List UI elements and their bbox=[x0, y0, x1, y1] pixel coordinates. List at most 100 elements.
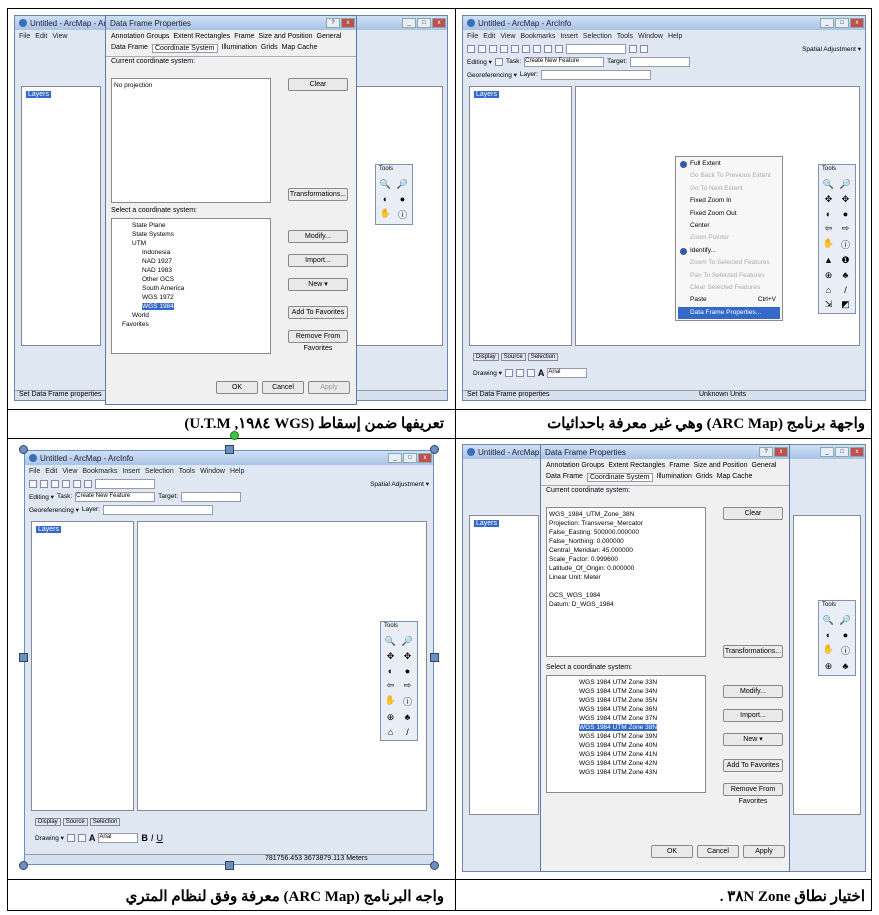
fixed-zoom-in-icon[interactable]: ✥ bbox=[822, 194, 835, 205]
select-icon[interactable]: ✋ bbox=[379, 208, 392, 221]
layer-select[interactable] bbox=[540, 69, 651, 80]
select-elements-icon[interactable]: ▲ bbox=[822, 255, 835, 266]
zone-list[interactable]: WGS 1984 UTM Zone 33N WGS 1984 UTM Zone … bbox=[546, 675, 706, 793]
menu-help[interactable]: Help bbox=[668, 33, 682, 40]
tab-display[interactable]: Display bbox=[473, 352, 499, 361]
modify-button[interactable]: Modify... bbox=[288, 230, 348, 243]
zoom-in-icon[interactable]: 🔍 bbox=[379, 179, 392, 190]
menu-file[interactable]: File bbox=[467, 33, 478, 40]
viewer-icon[interactable]: ◩ bbox=[839, 299, 852, 310]
editor-menu[interactable]: Editing ▾ bbox=[467, 58, 492, 66]
help-button[interactable]: ? bbox=[759, 447, 773, 457]
transformations-button[interactable]: Transformations... bbox=[288, 188, 348, 201]
save-icon[interactable] bbox=[489, 44, 497, 53]
new-button[interactable]: New ▾ bbox=[288, 278, 348, 291]
tab-data-frame[interactable]: Data Frame bbox=[111, 44, 148, 53]
menu-selection[interactable]: Selection bbox=[583, 33, 612, 40]
close-button[interactable]: x bbox=[850, 447, 864, 457]
zone-item-selected[interactable]: WGS 1984 UTM Zone 38N bbox=[579, 724, 658, 731]
remove-from-favorites-button[interactable]: Remove From Favorites bbox=[288, 330, 348, 352]
dialog-close-button[interactable]: x bbox=[341, 18, 355, 28]
tab-extent-rectangles[interactable]: Extent Rectangles bbox=[173, 33, 230, 40]
copy-icon[interactable] bbox=[522, 44, 530, 53]
menu-tools[interactable]: Tools bbox=[617, 33, 633, 40]
tab-frame[interactable]: Frame bbox=[234, 33, 254, 40]
line-icon[interactable]: / bbox=[839, 285, 852, 295]
zoom-out-icon[interactable]: 🔎 bbox=[839, 179, 852, 190]
ctx-clear-selected[interactable]: Clear Selected Features bbox=[678, 282, 780, 294]
zoom-in-icon[interactable]: 🔍 bbox=[822, 179, 835, 190]
minimize-button[interactable]: _ bbox=[820, 447, 834, 457]
ctx-fixed-zoom-out[interactable]: Fixed Zoom Out bbox=[678, 208, 780, 220]
resize-handle[interactable] bbox=[19, 445, 28, 454]
ctx-identify[interactable]: Identify... bbox=[678, 245, 780, 257]
zone-item[interactable]: WGS 1984 UTM Zone 37N bbox=[549, 714, 703, 723]
paste-icon[interactable] bbox=[533, 44, 541, 53]
zone-item[interactable]: WGS 1984 UTM Zone 41N bbox=[549, 750, 703, 759]
pan-icon[interactable]: ◐ bbox=[822, 630, 835, 640]
sketch-icon[interactable] bbox=[494, 57, 503, 66]
zone-item[interactable]: WGS 1984 UTM Zone 43N bbox=[549, 768, 703, 777]
new-icon[interactable] bbox=[467, 44, 475, 53]
rotate-icon[interactable] bbox=[515, 368, 524, 377]
menu-edit[interactable]: Edit bbox=[483, 33, 495, 40]
resize-handle[interactable] bbox=[430, 445, 439, 454]
tab-map-cache[interactable]: Map Cache bbox=[282, 44, 318, 53]
resize-handle[interactable] bbox=[430, 653, 439, 662]
open-icon[interactable] bbox=[478, 44, 486, 53]
back-icon[interactable]: ⇦ bbox=[822, 223, 835, 234]
dialog-close-button[interactable]: x bbox=[774, 447, 788, 457]
ok-button[interactable]: OK bbox=[216, 381, 258, 394]
task-select[interactable]: Create New Feature bbox=[524, 56, 605, 67]
ctx-full-extent[interactable]: Full Extent bbox=[678, 158, 780, 170]
select-icon[interactable]: ✋ bbox=[822, 644, 835, 657]
layers-node[interactable]: Layers bbox=[26, 91, 52, 98]
select-arrow-icon[interactable] bbox=[504, 368, 513, 377]
ctx-previous-extent[interactable]: Go Back To Previous Extent bbox=[678, 170, 780, 182]
full-extent-icon[interactable]: ● bbox=[839, 630, 852, 640]
minimize-button[interactable]: _ bbox=[820, 18, 834, 28]
zoom-out-icon[interactable]: 🔎 bbox=[839, 615, 852, 626]
tab-selection[interactable]: Selection bbox=[527, 352, 559, 361]
hyperlink-icon[interactable]: ♣ bbox=[839, 270, 852, 281]
menu-view[interactable]: View bbox=[500, 33, 515, 40]
zone-item[interactable]: WGS 1984 UTM Zone 35N bbox=[549, 696, 703, 705]
zone-item[interactable]: WGS 1984 UTM Zone 36N bbox=[549, 705, 703, 714]
undo-icon[interactable] bbox=[544, 44, 552, 53]
tab-size-position[interactable]: Size and Position bbox=[258, 33, 312, 40]
maximize-button[interactable]: □ bbox=[417, 18, 431, 28]
tree-nad-1927[interactable]: NAD 1927 bbox=[114, 257, 268, 266]
identify-icon[interactable]: ⓘ bbox=[839, 644, 852, 657]
font-select[interactable]: Arial bbox=[547, 367, 588, 378]
hyperlink-icon[interactable]: ♣ bbox=[839, 661, 852, 672]
zone-item[interactable]: WGS 1984 UTM Zone 39N bbox=[549, 732, 703, 741]
find-icon[interactable]: ⊕ bbox=[822, 270, 835, 281]
cancel-button[interactable]: Cancel bbox=[262, 381, 304, 394]
coordinate-system-tree[interactable]: State Plane State Systems UTM Indonesia … bbox=[111, 218, 271, 354]
spatial-adjustment-menu[interactable]: Spatial Adjustment ▾ bbox=[802, 45, 861, 53]
resize-handle[interactable] bbox=[225, 861, 234, 870]
tree-other-gcs[interactable]: Other GCS bbox=[114, 275, 268, 284]
identify-icon[interactable]: ⓘ bbox=[839, 238, 852, 251]
rotate-handle[interactable] bbox=[230, 431, 239, 440]
ctx-fixed-zoom-in[interactable]: Fixed Zoom In bbox=[678, 195, 780, 207]
tree-indonesia[interactable]: Indonesia bbox=[114, 248, 268, 257]
pan-icon[interactable]: ◐ bbox=[379, 194, 392, 204]
time-slider-icon[interactable]: ⇲ bbox=[822, 299, 835, 310]
cut-icon[interactable] bbox=[511, 44, 519, 53]
clear-button[interactable]: Clear bbox=[288, 78, 348, 91]
full-extent-icon[interactable]: ● bbox=[396, 194, 409, 204]
help-button[interactable]: ? bbox=[326, 18, 340, 28]
tree-state-plane[interactable]: State Plane bbox=[114, 221, 268, 230]
full-extent-icon[interactable]: ● bbox=[839, 209, 852, 219]
rectangle-icon[interactable] bbox=[526, 368, 535, 377]
pan-icon[interactable]: ◐ bbox=[822, 209, 835, 219]
scale-box[interactable] bbox=[566, 43, 626, 54]
forward-icon[interactable]: ⇨ bbox=[839, 223, 852, 234]
tab-annotation-groups[interactable]: Annotation Groups bbox=[111, 33, 169, 40]
zone-item[interactable]: WGS 1984 UTM Zone 40N bbox=[549, 741, 703, 750]
import-button[interactable]: Import... bbox=[288, 254, 348, 267]
tab-illumination[interactable]: Illumination bbox=[222, 44, 257, 53]
add-data-icon[interactable] bbox=[555, 44, 563, 53]
zoom-out-icon[interactable]: 🔎 bbox=[396, 179, 409, 190]
